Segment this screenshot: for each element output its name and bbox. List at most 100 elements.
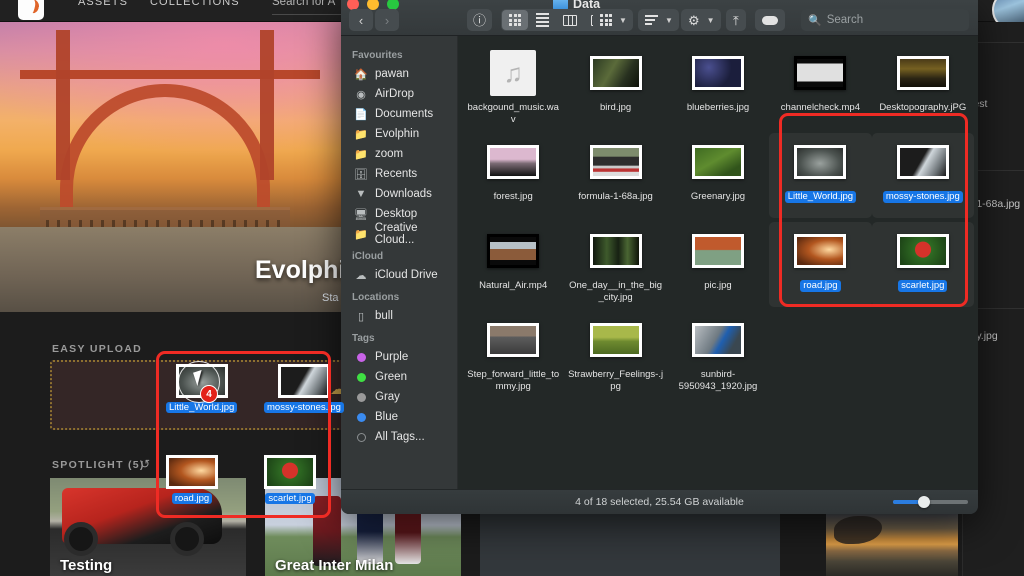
list-view-icon[interactable] xyxy=(529,9,556,31)
sidebar-item-icloud-drive[interactable]: ☁ iCloud Drive xyxy=(341,265,457,285)
nav-collections[interactable]: COLLECTIONS xyxy=(150,0,240,8)
file-item[interactable]: sunbird-5950943_1920.jpg xyxy=(667,311,769,396)
sidebar-item-tag-green[interactable]: Green xyxy=(341,367,457,387)
tags-button[interactable] xyxy=(755,9,785,31)
drag-ghost-thumbnail xyxy=(166,455,218,489)
forward-button[interactable]: › xyxy=(375,9,399,31)
file-name: Greenary.jpg xyxy=(691,191,745,203)
grid-icon[interactable] xyxy=(593,9,619,31)
sidebar-item-evolphin[interactable]: 📁 Evolphin xyxy=(341,124,457,144)
refresh-icon[interactable]: ↺ xyxy=(140,457,150,471)
file-name: backgound_music.wav xyxy=(465,102,561,125)
chevron-down-icon[interactable]: ▼ xyxy=(665,16,679,25)
sidebar-item-downloads[interactable]: ▼ Downloads xyxy=(341,184,457,204)
file-name: scarlet.jpg xyxy=(898,280,947,292)
file-name: Desktopography.jPG xyxy=(879,102,966,114)
drag-ghost-item: mossy-stones.jpg xyxy=(264,364,344,413)
file-item[interactable]: bird.jpg xyxy=(564,44,666,129)
recents-icon: 🗄 xyxy=(354,168,368,181)
file-item[interactable]: Step_forward_little_tommy.jpg xyxy=(462,311,564,396)
file-name: channelcheck.mp4 xyxy=(781,102,860,114)
search-placeholder: Search xyxy=(827,14,863,26)
desktop-icon: 🖥 xyxy=(354,208,368,221)
drag-ghost-item: scarlet.jpg xyxy=(264,455,316,504)
column-view-icon[interactable] xyxy=(556,9,584,31)
spotlight-card-caption: Great Inter Milan xyxy=(275,557,393,574)
chevron-down-icon[interactable]: ▼ xyxy=(619,16,633,25)
sidebar-item-zoom[interactable]: 📁 zoom xyxy=(341,144,457,164)
file-item[interactable]: channelcheck.mp4 xyxy=(769,44,871,129)
sidebar-item-pawan[interactable]: 🏠 pawan xyxy=(341,64,457,84)
file-thumbnail xyxy=(897,145,949,179)
sunset-thumbnail[interactable] xyxy=(826,510,958,576)
file-name: road.jpg xyxy=(800,280,840,292)
share-button[interactable]: ⤒ xyxy=(726,9,746,31)
file-item[interactable]: forest.jpg xyxy=(462,133,564,218)
easy-upload-label: EASY UPLOAD xyxy=(52,343,142,355)
folder-icon: 📁 xyxy=(354,228,368,241)
home-icon: 🏠 xyxy=(354,68,368,81)
sidebar-item-all-tags[interactable]: All Tags... xyxy=(341,427,457,447)
file-item[interactable]: formula-1-68a.jpg xyxy=(564,133,666,218)
app-logo-icon xyxy=(18,0,44,20)
file-item[interactable]: Little_World.jpg xyxy=(769,133,871,218)
drag-ghost-label: road.jpg xyxy=(172,493,212,504)
file-thumbnail xyxy=(692,145,744,179)
file-item[interactable]: mossy-stones.jpg xyxy=(872,133,974,218)
file-thumbnail xyxy=(794,56,846,90)
back-button[interactable]: ‹ xyxy=(349,9,373,31)
file-item[interactable]: scarlet.jpg xyxy=(872,222,974,307)
sidebar-item-tag-purple[interactable]: Purple xyxy=(341,347,457,367)
sidebar-section-locations-header: Locations xyxy=(341,285,457,306)
drag-ghost-thumbnail xyxy=(264,455,316,489)
tag-dot-icon xyxy=(354,353,368,362)
action-menu-button[interactable]: ⚙ ▼ xyxy=(681,9,721,31)
file-name: Natural_Air.mp4 xyxy=(479,280,547,292)
share-icon[interactable]: ⤒ xyxy=(726,9,746,31)
file-item[interactable]: ♫ backgound_music.wav xyxy=(462,44,564,129)
file-item[interactable]: road.jpg xyxy=(769,222,871,307)
sidebar-item-documents[interactable]: 📄 Documents xyxy=(341,104,457,124)
spotlight-label: SPOTLIGHT (5) xyxy=(52,459,145,471)
documents-icon: 📄 xyxy=(354,108,368,121)
finder-titlebar[interactable]: Data ‹ › ⓘ xyxy=(341,0,978,36)
file-item[interactable]: Natural_Air.mp4 xyxy=(462,222,564,307)
file-name: One_day__in_the_big_city.jpg xyxy=(568,280,664,303)
sidebar-item-bull[interactable]: ▯ bull xyxy=(341,306,457,326)
file-item[interactable]: Strawberry_Feelings-.jpg xyxy=(564,311,666,396)
sidebar-item-recents[interactable]: 🗄 Recents xyxy=(341,164,457,184)
sidebar-item-desktop[interactable]: 🖥 Desktop xyxy=(341,204,457,224)
downloads-icon: ▼ xyxy=(354,188,368,200)
tag-icon[interactable] xyxy=(755,9,785,31)
file-item[interactable]: pic.jpg xyxy=(667,222,769,307)
sort-by-button[interactable]: ▼ xyxy=(638,9,679,31)
file-name: sunbird-5950943_1920.jpg xyxy=(670,369,766,392)
sidebar-item-airdrop[interactable]: ◉ AirDrop xyxy=(341,84,457,104)
file-item[interactable]: blueberries.jpg xyxy=(667,44,769,129)
info-icon[interactable]: ⓘ xyxy=(467,9,492,31)
file-item[interactable]: Desktopography.jPG xyxy=(872,44,974,129)
sidebar-item-label: Documents xyxy=(375,108,433,120)
finder-body: Favourites 🏠 pawan ◉ AirDrop 📄 Documents… xyxy=(341,36,978,489)
file-item[interactable]: One_day__in_the_big_city.jpg xyxy=(564,222,666,307)
icon-size-slider[interactable] xyxy=(893,500,968,504)
drag-ghost-label: mossy-stones.jpg xyxy=(264,402,344,413)
sort-lines-icon[interactable] xyxy=(638,9,665,31)
chevron-down-icon[interactable]: ▼ xyxy=(707,16,721,25)
sidebar-item-tag-gray[interactable]: Gray xyxy=(341,387,457,407)
finder-status-bar: 4 of 18 selected, 25.54 GB available xyxy=(341,489,978,514)
sidebar-item-creative-cloud[interactable]: 📁 Creative Cloud... xyxy=(341,224,457,244)
icon-view-icon[interactable] xyxy=(502,10,528,30)
search-icon: 🔍 xyxy=(808,14,822,27)
nav-assets[interactable]: ASSETS xyxy=(78,0,128,8)
search-input[interactable]: 🔍 Search xyxy=(801,9,969,31)
file-item[interactable]: Greenary.jpg xyxy=(667,133,769,218)
gear-icon[interactable]: ⚙ xyxy=(681,9,707,31)
file-grid-pane[interactable]: ♫ backgound_music.wav bird.jpg blueberri… xyxy=(458,36,978,489)
sidebar-item-label: iCloud Drive xyxy=(375,269,438,281)
sidebar-item-tag-blue[interactable]: Blue xyxy=(341,407,457,427)
group-by-button[interactable]: ▼ xyxy=(593,9,633,31)
slider-knob[interactable] xyxy=(918,496,930,508)
file-thumbnail xyxy=(794,145,846,179)
file-thumbnail xyxy=(487,323,539,357)
